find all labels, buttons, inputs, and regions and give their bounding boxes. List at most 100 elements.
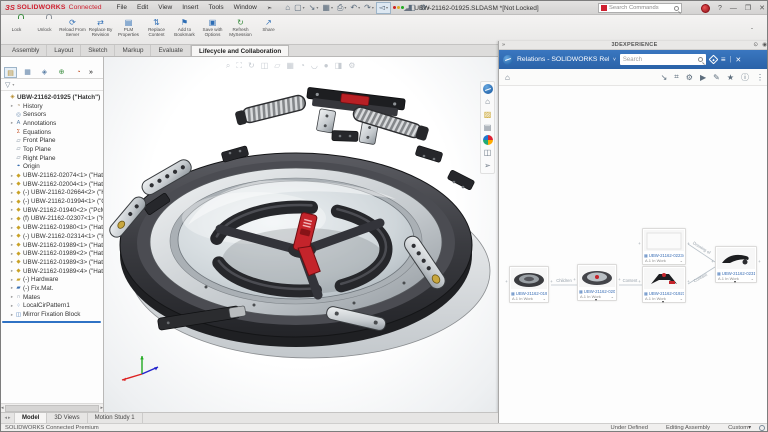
tab-assembly[interactable]: Assembly xyxy=(5,45,47,56)
node-expand-chevron-icon[interactable]: ⌄ xyxy=(543,296,546,301)
tab-lifecycle-and-collaboration[interactable]: Lifecycle and Collaboration xyxy=(191,45,289,56)
menu-tools[interactable]: Tools xyxy=(203,3,228,13)
menu-view[interactable]: View xyxy=(153,3,177,13)
tree-item[interactable]: ▸◆UBW-21162-01980<1> ("Hatch Ring xyxy=(1,223,104,232)
tree-item[interactable]: ▸◆UBW-21162-01989<4> ("Hatch Zinc xyxy=(1,267,104,276)
tree-item[interactable]: ▸◆UBW-21162-01989<1> ("Hatch Zinc xyxy=(1,241,104,250)
undo-caret-icon[interactable]: ▾ xyxy=(358,5,360,10)
filter-caret-icon[interactable]: ▾ xyxy=(12,82,14,87)
home-button[interactable]: ⌂ xyxy=(283,2,292,14)
tag-icon[interactable] xyxy=(708,55,718,65)
tree-item[interactable]: ▸▰(-) Hardware xyxy=(1,275,104,284)
lifecycle-pie-icon[interactable] xyxy=(483,135,493,145)
refresh-mysession-button[interactable]: ↻Refresh MySession xyxy=(227,17,254,43)
node-expand-left-handle[interactable]: + xyxy=(637,241,642,246)
tree-item[interactable]: ▸◆(-) UBW-21162-01994<1> ("Grabbin xyxy=(1,197,104,206)
scroll-left-arrow[interactable]: ◂ xyxy=(1,405,4,411)
unlock-button[interactable]: Unlock xyxy=(31,17,58,43)
favorite-star-icon[interactable]: ★ xyxy=(727,73,734,82)
open-caret-icon[interactable]: ▾ xyxy=(316,5,318,10)
help-button[interactable]: ? xyxy=(718,5,722,12)
tree-item[interactable]: ▸◆UBW-21162-01989<2> ("Hatch Zinc xyxy=(1,249,104,258)
node-title-link[interactable]: UBW-21162-01921 xyxy=(649,291,684,296)
scroll-right-arrow[interactable]: ▸ xyxy=(100,405,103,411)
tree-item[interactable]: ▸◆UBW-21162-02004<1> ("Hatch Sprin xyxy=(1,180,104,189)
graph-node-n3[interactable]: ▦UBW-21162-02234A.1 In Work⌄++ xyxy=(642,228,686,265)
settings-gear-icon[interactable]: ⚙ xyxy=(686,73,693,82)
node-expand-right-handle[interactable]: + xyxy=(617,277,622,282)
node-expand-right-handle[interactable]: + xyxy=(686,241,691,246)
tab-layout[interactable]: Layout xyxy=(47,45,81,56)
tree-horizontal-scrollbar[interactable]: ◂ ▸ xyxy=(1,403,103,412)
save-with-options-button[interactable]: ▣Save with Options xyxy=(199,17,226,43)
tree-filter-row[interactable]: ▽ ▾ xyxy=(1,79,104,91)
tree-item[interactable]: ▸◆UBW-21162-02074<1> ("Hatch Lid") xyxy=(1,171,104,180)
panel-close-icon[interactable]: ✕ xyxy=(735,56,741,64)
tab-evaluate[interactable]: Evaluate xyxy=(151,45,191,56)
replace-by-revision-button[interactable]: ⇄Replace By Revision xyxy=(87,17,114,43)
panel-search-icon[interactable] xyxy=(698,57,703,62)
graph-node-n4[interactable]: ▦UBW-21162-01921A.1 In Work⌄++ xyxy=(642,266,686,303)
fm-tabs-overflow-icon[interactable]: » xyxy=(89,69,93,76)
menu-window[interactable]: Window xyxy=(229,3,262,13)
tree-item[interactable]: ▸◫Mirror Fixation Block xyxy=(1,310,104,319)
select-button[interactable]: ◅▾ xyxy=(376,2,391,14)
tree-item[interactable]: ▸◆(-) UBW-21162-02314<1> ("Hatch R xyxy=(1,232,104,241)
tree-item[interactable]: ▱Front Plane xyxy=(1,136,104,145)
tree-item[interactable]: ⌖Origin xyxy=(1,163,104,172)
pointer-icon[interactable]: ➢ xyxy=(482,160,493,171)
gallery-icon[interactable]: ▤ xyxy=(482,122,493,133)
status-custom[interactable]: Custom xyxy=(728,425,748,431)
panel-search-box[interactable]: Search xyxy=(620,54,706,65)
close-button[interactable]: ✕ xyxy=(759,4,765,12)
node-expand-left-handle[interactable]: + xyxy=(710,259,715,264)
node-expand-right-handle[interactable]: + xyxy=(549,279,554,284)
replace-content-button[interactable]: ⇅Replace Content xyxy=(143,17,170,43)
search-commands-box[interactable]: Search Commands xyxy=(598,3,682,13)
node-expand-chevron-icon[interactable]: ⌄ xyxy=(680,296,683,301)
compass-icon[interactable] xyxy=(503,55,513,65)
open-arrow-icon[interactable]: ↘ xyxy=(661,73,668,82)
dock-options-icon[interactable]: ⊙ xyxy=(753,42,758,48)
node-expand-chevron-icon[interactable]: ⌄ xyxy=(611,294,614,299)
tree-item[interactable]: ▱Right Plane xyxy=(1,154,104,163)
info-icon[interactable]: ⓘ xyxy=(741,72,749,83)
hatch-3d-model[interactable] xyxy=(104,57,498,412)
open-button[interactable]: ↘▾ xyxy=(307,2,321,14)
fm-tab-display-manager[interactable]: ◔ xyxy=(72,67,85,78)
save-button[interactable]: ▦▾ xyxy=(320,2,335,14)
lock-button[interactable]: Lock xyxy=(3,17,30,43)
collapse-taskpane-chevron[interactable]: ˆ xyxy=(745,27,759,37)
home-icon[interactable]: ⌂ xyxy=(482,96,493,107)
fm-tab-feature-manager[interactable]: ▤ xyxy=(4,67,17,78)
minimize-button[interactable]: — xyxy=(730,5,737,12)
graph-node-n5[interactable]: ▦UBW-21162-02314A.1 In Work⌄++ xyxy=(715,246,757,283)
tree-item[interactable]: ◈UBW-21162-01925 ("Hatch") xyxy=(1,93,104,102)
tree-item[interactable]: ▸▰(-) Fix.Mat. xyxy=(1,284,104,293)
node-expand-left-handle[interactable]: + xyxy=(637,279,642,284)
node-expand-down-icon[interactable]: ▾ xyxy=(734,279,736,284)
doc-tab-motion-study-1[interactable]: Motion Study 1 xyxy=(88,413,143,423)
dock-pin-icon[interactable]: ◉ xyxy=(762,42,767,48)
tree-item[interactable]: ▸∩Mates xyxy=(1,293,104,302)
filter-funnel-icon[interactable]: ▽ xyxy=(5,81,10,89)
plm-properties-button[interactable]: ▤PLM Properties xyxy=(115,17,142,43)
panels-icon[interactable]: ◫ xyxy=(482,147,493,158)
node-title-link[interactable]: UBW-21162-02234 xyxy=(649,253,684,258)
tree-item[interactable]: ▸◆(f) UBW-21162-02307<1> ("Hatch In xyxy=(1,215,104,224)
tree-item[interactable]: ΣEquations xyxy=(1,128,104,137)
tab-sketch[interactable]: Sketch xyxy=(81,45,115,56)
search-icon[interactable] xyxy=(674,6,679,11)
tab-markup[interactable]: Markup xyxy=(115,45,151,56)
doc-tab-model[interactable]: Model xyxy=(15,413,47,423)
app-title-caret-icon[interactable]: ˅ xyxy=(613,57,616,63)
user-avatar[interactable] xyxy=(701,4,710,13)
graph-view-icon[interactable]: ⌗ xyxy=(674,72,679,82)
share-button[interactable]: ↗Share xyxy=(255,17,282,43)
node-expand-chevron-icon[interactable]: ⌄ xyxy=(751,276,754,281)
node-expand-chevron-icon[interactable]: ⌄ xyxy=(680,258,683,263)
tree-item[interactable]: ▸AAnnotations xyxy=(1,119,104,128)
tree-item[interactable]: ▸◆UBW-21162-01940<2> ("PcMO Top xyxy=(1,206,104,215)
redo-caret-icon[interactable]: ▾ xyxy=(372,5,374,10)
tree-item[interactable]: ▱Top Plane xyxy=(1,145,104,154)
